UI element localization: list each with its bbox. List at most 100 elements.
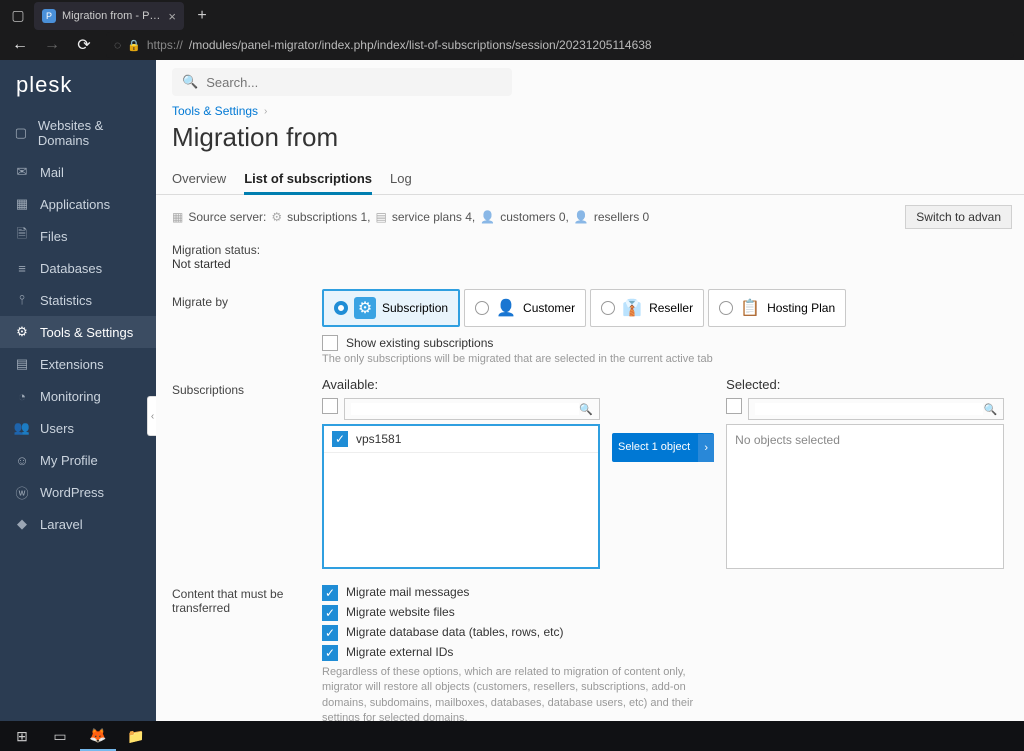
url-bar[interactable]: ◌ 🔒 https:// /modules/panel-migrator/ind…: [106, 32, 1014, 58]
close-icon[interactable]: ×: [168, 9, 176, 24]
nav-label: Statistics: [40, 293, 92, 308]
source-prefix: Source server:: [188, 210, 266, 224]
plan-icon: ▤: [376, 210, 387, 224]
sidebar-item-tools-settings[interactable]: ⚙ Tools & Settings: [0, 316, 156, 348]
source-resellers: resellers 0: [594, 210, 649, 224]
browser-chrome: ▢ P Migration from - Pl… × + ← → ⟳ ◌ 🔒 h…: [0, 0, 1024, 60]
available-search-input[interactable]: [351, 403, 579, 415]
brand-logo[interactable]: plesk: [0, 60, 156, 110]
app: plesk ▢Websites & Domains✉Mail▦Applicati…: [0, 60, 1024, 721]
start-button[interactable]: ⊞: [4, 721, 40, 751]
show-existing-checkbox[interactable]: [322, 335, 338, 351]
available-column: Available: 🔍 ✓vps1581: [322, 377, 600, 569]
source-info-row: ▦ Source server: ⚙ subscriptions 1, ▤ se…: [156, 195, 1024, 239]
sidebar-item-monitoring[interactable]: ◔Monitoring: [0, 380, 156, 412]
nav-icon: ▦: [14, 196, 30, 212]
sidebar-item-applications[interactable]: ▦Applications: [0, 188, 156, 220]
select-objects-button[interactable]: Select 1 object ›: [612, 433, 714, 462]
server-icon: ▦: [172, 210, 183, 224]
migrate-by-row: Migrate by ⚙Subscription👤Customer👔Resell…: [156, 283, 1024, 371]
available-select-all-checkbox[interactable]: [322, 398, 338, 414]
sidebar-item-my-profile[interactable]: ☺ My Profile: [0, 444, 156, 476]
nav-label: Extensions: [40, 357, 104, 372]
forward-button[interactable]: →: [42, 36, 62, 54]
show-existing-label: Show existing subscriptions: [346, 336, 493, 350]
back-button[interactable]: ←: [10, 36, 30, 54]
tab-list[interactable]: List of subscriptions: [244, 165, 372, 195]
migrate-by-hint: The only subscriptions will be migrated …: [322, 353, 1008, 365]
option-label: Hosting Plan: [767, 301, 835, 315]
reload-button[interactable]: ⟳: [74, 35, 94, 55]
content-checkbox[interactable]: ✓: [322, 585, 338, 601]
lock-icon: 🔒: [127, 39, 141, 52]
migrate-by-option-reseller[interactable]: 👔Reseller: [590, 289, 704, 327]
user-icon: 👤: [480, 210, 495, 224]
content-option: ✓Migrate mail messages: [322, 585, 1008, 601]
sidebar-item-files[interactable]: 🗎Files: [0, 220, 156, 252]
radio-icon: [475, 301, 489, 315]
selected-listbox[interactable]: No objects selected: [726, 424, 1004, 569]
radio-icon: [334, 301, 348, 315]
source-plans: service plans 4,: [392, 210, 475, 224]
source-customers: customers 0,: [500, 210, 569, 224]
available-listbox[interactable]: ✓vps1581: [322, 424, 600, 569]
status-value: Not started: [172, 257, 1008, 271]
content-option: ✓ Migrate database data (tables, rows, et…: [322, 625, 1008, 641]
migrate-by-options: ⚙Subscription👤Customer👔Reseller📋Hosting …: [322, 289, 1008, 327]
nav-label: WordPress: [40, 485, 104, 500]
user-icon: 👤: [574, 210, 589, 224]
nav-label: Mail: [40, 165, 64, 180]
sidebar-item-users[interactable]: 👥Users: [0, 412, 156, 444]
sidebar-item-wordpress[interactable]: ⓦWordPress: [0, 476, 156, 508]
page-title: Migration from: [156, 118, 1024, 165]
breadcrumb-link[interactable]: Tools & Settings: [172, 104, 258, 118]
nav-label: Users: [40, 421, 74, 436]
content-label: Content that must be transferred: [172, 581, 322, 721]
subscriptions-row: Subscriptions Available: 🔍 ✓vps1581: [156, 371, 1024, 575]
global-search[interactable]: 🔍: [172, 68, 512, 96]
tab-strip: ▢ P Migration from - Pl… × +: [0, 0, 1024, 30]
nav-icon: ◆: [14, 516, 30, 532]
sidebar-item-websites-domains[interactable]: ▢Websites & Domains: [0, 110, 156, 156]
nav-label: Tools & Settings: [40, 325, 133, 340]
firefox-taskbar-icon[interactable]: 🦊: [80, 721, 116, 751]
content-option-label: Migrate database data (tables, rows, etc…: [346, 625, 563, 639]
sidebar-item-mail[interactable]: ✉Mail: [0, 156, 156, 188]
tab-log[interactable]: Log: [390, 165, 412, 194]
migrate-by-option-customer[interactable]: 👤Customer: [464, 289, 586, 327]
migrate-by-option-hosting-plan[interactable]: 📋Hosting Plan: [708, 289, 846, 327]
content-option: ✓Migrate external IDs: [322, 645, 1008, 661]
migrate-by-option-subscription[interactable]: ⚙Subscription: [322, 289, 460, 327]
search-icon: 🔍: [182, 74, 198, 90]
content-checkbox[interactable]: ✓: [322, 645, 338, 661]
main-content: 🔍 Tools & Settings › Migration from Over…: [156, 60, 1024, 721]
item-checkbox[interactable]: ✓: [332, 431, 348, 447]
content-checkbox[interactable]: ✓: [322, 605, 338, 621]
nav-icon: ⚙: [14, 324, 30, 340]
sidebar-item-extensions[interactable]: ▤Extensions: [0, 348, 156, 380]
sidebar-toggle-icon[interactable]: ▢: [6, 3, 30, 27]
nav-label: My Profile: [40, 453, 98, 468]
chevron-right-icon: ›: [698, 434, 714, 462]
list-item[interactable]: ✓vps1581: [324, 426, 598, 453]
nav-icon: ⫯: [14, 292, 30, 308]
content-checkbox[interactable]: ✓: [322, 625, 338, 641]
new-tab-button[interactable]: +: [188, 2, 216, 30]
available-search[interactable]: 🔍: [344, 398, 600, 420]
sidebar-item-databases[interactable]: ≡Databases: [0, 252, 156, 284]
explorer-taskbar-icon[interactable]: 📁: [118, 721, 154, 751]
switch-advanced-button[interactable]: Switch to advan: [905, 205, 1012, 229]
selected-search-input[interactable]: [755, 403, 983, 415]
task-view-button[interactable]: ▭: [42, 721, 78, 751]
sidebar-item-laravel[interactable]: ◆Laravel: [0, 508, 156, 540]
search-input[interactable]: [206, 75, 502, 90]
browser-tab[interactable]: P Migration from - Pl… ×: [34, 2, 184, 30]
chevron-right-icon: ›: [264, 106, 267, 117]
selected-select-all-checkbox[interactable]: [726, 398, 742, 414]
sidebar-item-statistics[interactable]: ⫯ Statistics: [0, 284, 156, 316]
search-icon: 🔍: [579, 403, 593, 416]
nav-icon: ☺: [14, 452, 30, 468]
tab-overview[interactable]: Overview: [172, 165, 226, 194]
selected-search[interactable]: 🔍: [748, 398, 1004, 420]
nav-label: Databases: [40, 261, 102, 276]
